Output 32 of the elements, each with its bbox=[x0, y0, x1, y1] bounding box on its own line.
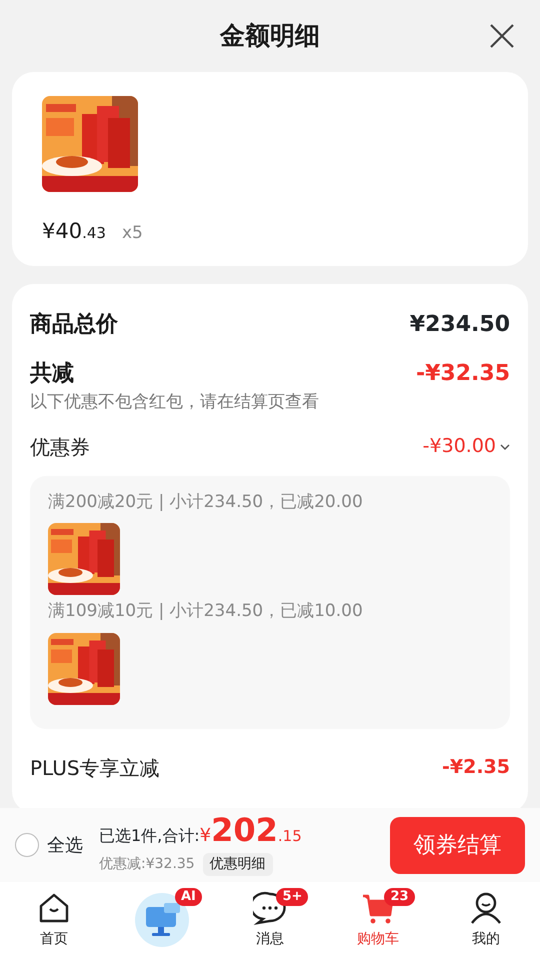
discount-text: 优惠减:¥32.35 bbox=[99, 855, 195, 874]
tab-item[interactable]: 消息 5+ bbox=[216, 882, 324, 958]
select-all-label: 全选 bbox=[47, 834, 83, 858]
person-icon bbox=[469, 890, 503, 924]
coupon-label: 优惠券 bbox=[30, 434, 90, 460]
select-all-checkbox[interactable] bbox=[15, 833, 39, 857]
reduction-value: -¥32.35 bbox=[416, 360, 510, 388]
summary-text: 已选1件,合计: bbox=[99, 825, 200, 847]
product-price: ¥40.43 bbox=[42, 218, 106, 245]
badge-count: AI bbox=[174, 888, 202, 906]
close-button[interactable] bbox=[488, 22, 516, 50]
coupon-rule: 满200减20元 | 小计234.50，已减20.00 bbox=[48, 490, 364, 514]
coupon-toggle[interactable]: -¥30.00 bbox=[422, 432, 510, 461]
plus-value: -¥2.35 bbox=[442, 755, 510, 780]
tab-item[interactable]: 首页 bbox=[0, 882, 108, 958]
discount-detail-button[interactable]: 优惠明细 bbox=[202, 853, 273, 876]
tab-item[interactable]: AI bbox=[108, 882, 216, 958]
coupon-rule: 满109减10元 | 小计234.50，已减10.00 bbox=[48, 600, 364, 623]
tab-item[interactable]: 购物车 23 bbox=[324, 882, 432, 958]
caret-icon bbox=[500, 442, 510, 450]
checkout-button[interactable]: 领券结算 bbox=[390, 816, 525, 874]
total-label: 商品总价 bbox=[30, 311, 118, 339]
total-value: ¥234.50 bbox=[410, 311, 510, 339]
page-title: 金额明细 bbox=[220, 21, 320, 51]
plus-label: PLUS专享立减 bbox=[30, 754, 160, 782]
tab-item[interactable]: 我的 bbox=[432, 882, 540, 958]
badge-count: 23 bbox=[384, 888, 415, 906]
badge-count: 5+ bbox=[276, 888, 308, 906]
note-text: 以下优惠不包含红包，请在结算页查看 bbox=[30, 391, 320, 414]
reduction-label: 共减 bbox=[30, 360, 74, 388]
total-amount: ¥202.15 bbox=[200, 814, 302, 849]
quantity: x5 bbox=[122, 222, 143, 245]
